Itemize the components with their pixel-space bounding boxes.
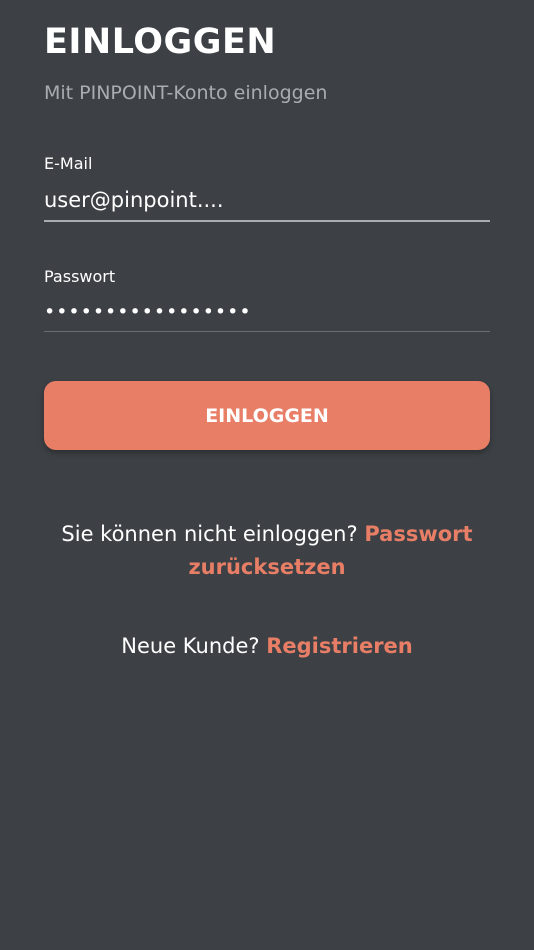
register-link[interactable]: Registrieren <box>266 634 413 658</box>
forgot-password-prompt: Sie können nicht einloggen? <box>61 522 358 546</box>
password-field[interactable] <box>44 295 490 332</box>
password-field-group: Passwort <box>44 265 490 332</box>
register-prompt: Neue Kunde? <box>121 634 260 658</box>
password-label: Passwort <box>44 267 116 286</box>
email-field[interactable] <box>44 182 490 222</box>
forgot-password-text: Sie können nicht einloggen? Passwort zur… <box>40 518 494 584</box>
register-text: Neue Kunde? Registrieren <box>40 630 494 663</box>
login-button[interactable]: EINLOGGEN <box>44 381 490 450</box>
page-title: EINLOGGEN <box>44 22 277 62</box>
email-field-group: E-Mail <box>44 152 490 222</box>
email-label: E-Mail <box>44 154 93 173</box>
page-subtitle: Mit PINPOINT-Konto einloggen <box>44 82 328 104</box>
login-screen: EINLOGGEN Mit PINPOINT-Konto einloggen E… <box>0 0 534 950</box>
